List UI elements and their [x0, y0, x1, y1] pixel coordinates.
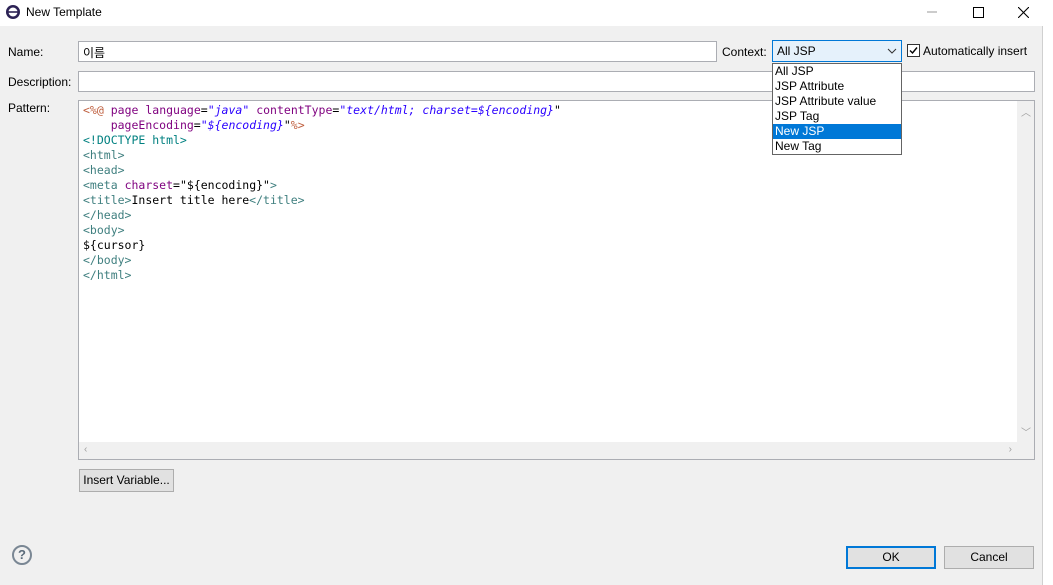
- body-open-tag: <body>: [83, 223, 125, 237]
- context-dropdown-list[interactable]: All JSP JSP Attribute JSP Attribute value J…: [772, 63, 902, 155]
- meta-charset-attr: charset: [124, 178, 174, 192]
- close-icon: [1017, 6, 1029, 18]
- scroll-up-icon[interactable]: ︿: [1021, 104, 1031, 119]
- minimize-icon: [927, 11, 937, 13]
- chevron-down-icon: [887, 48, 897, 54]
- quote: ": [553, 103, 561, 117]
- pattern-label: Pattern:: [8, 101, 51, 115]
- language-value: java: [214, 103, 243, 117]
- equals-sign: =: [200, 103, 208, 117]
- jsp-directive-close: %>: [290, 118, 305, 132]
- scroll-down-icon[interactable]: ﹀: [1021, 424, 1031, 439]
- help-icon[interactable]: ?: [12, 545, 32, 565]
- pattern-code[interactable]: <%@ page language="java" contentType="te…: [83, 103, 561, 283]
- eclipse-icon: [6, 5, 20, 19]
- encoding-variable: ${encoding}: [207, 118, 284, 132]
- close-button[interactable]: [1000, 0, 1046, 24]
- scroll-corner: [1017, 442, 1034, 459]
- name-label: Name:: [8, 45, 44, 59]
- description-label: Description:: [8, 75, 72, 89]
- context-select-value: All JSP: [777, 44, 816, 58]
- insert-variable-button[interactable]: Insert Variable...: [79, 469, 174, 492]
- auto-insert-checkbox[interactable]: [907, 44, 920, 57]
- background-window-edge: [1042, 26, 1053, 585]
- head-open-tag: <head>: [83, 163, 125, 177]
- cancel-button[interactable]: Cancel: [944, 546, 1034, 569]
- quote: ": [200, 118, 208, 132]
- meta-charset-value: "${encoding}": [179, 178, 270, 192]
- title-open-tag: <title>: [83, 193, 132, 207]
- meta-open-tag: <meta: [83, 178, 118, 192]
- equals-sign: =: [173, 178, 180, 192]
- context-option[interactable]: JSP Tag: [773, 109, 901, 124]
- quote: ": [242, 103, 250, 117]
- context-option[interactable]: New Tag: [773, 139, 901, 154]
- vertical-scrollbar[interactable]: ︿ ﹀: [1017, 101, 1034, 442]
- jsp-directive-open: <%@: [83, 103, 104, 117]
- content-type-value: text/html; charset=: [346, 103, 478, 117]
- html-close-tag: </html>: [83, 268, 132, 282]
- context-option[interactable]: New JSP: [773, 124, 901, 139]
- auto-insert-label: Automatically insert: [923, 44, 1028, 58]
- body-close-tag: </body>: [83, 253, 132, 267]
- horizontal-scrollbar[interactable]: ‹ ›: [79, 442, 1017, 459]
- doctype-line: <!DOCTYPE html>: [83, 133, 187, 147]
- context-select[interactable]: All JSP: [772, 40, 902, 62]
- quote: ": [283, 118, 291, 132]
- page-encoding-attr: pageEncoding: [110, 118, 194, 132]
- content-type-attr: contentType: [256, 103, 333, 117]
- scroll-left-icon[interactable]: ‹: [84, 444, 87, 455]
- context-option[interactable]: JSP Attribute value: [773, 94, 901, 109]
- window-title: New Template: [26, 5, 102, 19]
- encoding-variable: ${encoding}: [477, 103, 554, 117]
- ok-button[interactable]: OK: [846, 546, 936, 569]
- page-keyword: page: [110, 103, 139, 117]
- context-option[interactable]: All JSP: [773, 64, 901, 79]
- maximize-icon: [972, 6, 984, 18]
- meta-close: >: [269, 178, 277, 192]
- quote: ": [207, 103, 215, 117]
- html-open-tag: <html>: [83, 148, 125, 162]
- context-option[interactable]: JSP Attribute: [773, 79, 901, 94]
- title-text: Insert title here: [131, 193, 250, 207]
- scroll-right-icon[interactable]: ›: [1009, 444, 1012, 455]
- minimize-button[interactable]: [909, 0, 955, 24]
- cursor-variable: ${cursor}: [83, 238, 146, 252]
- context-label: Context:: [722, 45, 767, 59]
- title-bar: New Template: [0, 0, 1053, 26]
- checkmark-icon: [909, 47, 918, 55]
- language-attr: language: [145, 103, 201, 117]
- equals-sign: =: [193, 118, 201, 132]
- name-field[interactable]: 이름: [78, 41, 717, 62]
- head-close-tag: </head>: [83, 208, 132, 222]
- maximize-button[interactable]: [955, 0, 1001, 24]
- title-close-tag: </title>: [249, 193, 305, 207]
